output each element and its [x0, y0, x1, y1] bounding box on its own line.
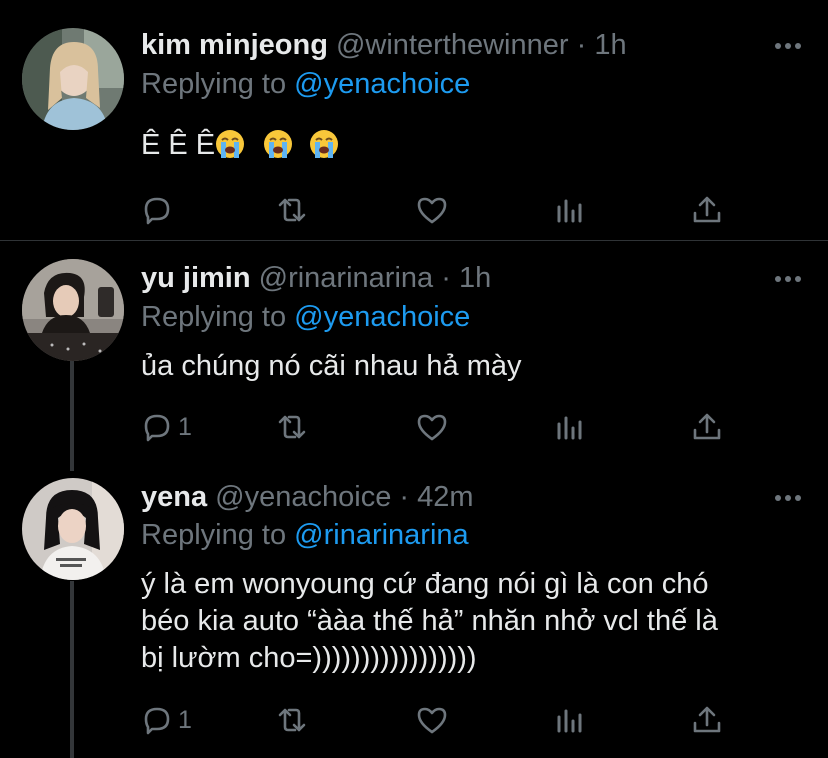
- tweet-text-line: bị lườm cho=))))))))))))))))): [141, 642, 477, 674]
- reply-button[interactable]: 1: [140, 407, 192, 447]
- separator: ·: [576, 29, 587, 61]
- replying-to-handle[interactable]: @yenachoice: [294, 301, 470, 333]
- timestamp[interactable]: 42m: [417, 481, 473, 513]
- avatar-photo: [22, 28, 124, 130]
- timestamp[interactable]: 1h: [459, 262, 491, 294]
- replying-to: Replying to @yenachoice: [141, 300, 470, 334]
- analytics-icon: [557, 199, 582, 223]
- replying-to-handle[interactable]: @rinarinarina: [294, 519, 469, 551]
- reply-count: 1: [178, 705, 192, 734]
- like-button[interactable]: [415, 700, 449, 740]
- like-button[interactable]: [415, 190, 449, 230]
- tweet-header: yena @yenachoice · 42m: [141, 480, 474, 514]
- reply-count: 1: [178, 412, 192, 441]
- avatar-yu-jimin[interactable]: [22, 259, 124, 361]
- reply-button[interactable]: 1: [140, 700, 192, 740]
- retweet-button[interactable]: [275, 700, 309, 740]
- tweet-2[interactable]: yu jimin @rinarinarina · 1h Replying to …: [0, 241, 828, 471]
- tweet-text-content: Ê Ê Ê: [141, 129, 216, 161]
- display-name[interactable]: kim minjeong: [141, 29, 328, 61]
- heart-icon: [417, 197, 447, 224]
- avatar-photo: [22, 259, 124, 361]
- share-button[interactable]: [690, 190, 724, 230]
- share-icon: [693, 413, 721, 440]
- separator: ·: [399, 481, 410, 513]
- tweet-text: ý là em wonyoung cứ đang nói gì là con c…: [141, 566, 811, 677]
- analytics-icon: [557, 709, 582, 733]
- replying-to: Replying to @rinarinarina: [141, 518, 469, 552]
- handle[interactable]: @yenachoice: [215, 481, 391, 513]
- replying-to-label: Replying to: [141, 519, 287, 551]
- analytics-button[interactable]: [553, 407, 587, 447]
- thread-line: [70, 581, 74, 758]
- avatar-photo: [22, 478, 124, 580]
- replying-to: Replying to @yenachoice: [141, 67, 470, 101]
- retweet-button[interactable]: [275, 407, 309, 447]
- reply-icon: [144, 707, 170, 735]
- thread-line: [70, 361, 74, 471]
- like-button[interactable]: [415, 407, 449, 447]
- more-options-icon[interactable]: [772, 490, 804, 506]
- analytics-button[interactable]: [553, 700, 587, 740]
- tweet-text: Ê Ê Ê: [141, 127, 811, 164]
- retweet-button[interactable]: [275, 190, 309, 230]
- separator: ·: [441, 262, 451, 294]
- reply-icon: [144, 414, 170, 442]
- tweet-actions: 1: [140, 700, 740, 740]
- analytics-button[interactable]: [553, 190, 587, 230]
- tweet-header: yu jimin @rinarinarina · 1h: [141, 261, 491, 295]
- tweet-3[interactable]: yena @yenachoice · 42m Replying to @rina…: [0, 461, 828, 758]
- retweet-icon: [278, 708, 306, 732]
- tweet-actions: [140, 190, 740, 230]
- handle[interactable]: @winterthewinner: [336, 29, 569, 61]
- replying-to-handle[interactable]: @yenachoice: [294, 68, 470, 100]
- share-button[interactable]: [690, 407, 724, 447]
- tweet-1[interactable]: kim minjeong @winterthewinner · 1h Reply…: [0, 0, 828, 241]
- reply-button[interactable]: [140, 190, 178, 230]
- share-button[interactable]: [690, 700, 724, 740]
- replying-to-label: Replying to: [141, 301, 287, 333]
- analytics-icon: [557, 416, 582, 440]
- avatar-kim-minjeong[interactable]: [22, 28, 124, 130]
- more-options-icon[interactable]: [772, 38, 804, 54]
- heart-icon: [417, 414, 447, 441]
- tweet-actions: 1: [140, 407, 740, 447]
- reply-icon: [144, 197, 170, 225]
- loudly-crying-face-emoji: [263, 129, 293, 159]
- share-icon: [693, 706, 721, 733]
- loudly-crying-face-emoji: [215, 129, 245, 159]
- loudly-crying-face-emoji: [309, 129, 339, 159]
- timestamp[interactable]: 1h: [594, 29, 626, 61]
- more-options-icon[interactable]: [772, 271, 804, 287]
- tweet-header: kim minjeong @winterthewinner · 1h: [141, 28, 627, 62]
- retweet-icon: [278, 198, 306, 222]
- replying-to-label: Replying to: [141, 68, 287, 100]
- share-icon: [693, 196, 721, 223]
- tweet-text-content: ủa chúng nó cãi nhau hả mày: [141, 350, 522, 382]
- tweet-text: ủa chúng nó cãi nhau hả mày: [141, 348, 811, 385]
- display-name[interactable]: yena: [141, 481, 207, 513]
- avatar-yena[interactable]: [22, 478, 124, 580]
- heart-icon: [417, 707, 447, 734]
- retweet-icon: [278, 415, 306, 439]
- tweet-text-line: béo kia auto “ààa thế hả” nhăn nhở vcl t…: [141, 605, 718, 637]
- tweet-text-line: ý là em wonyoung cứ đang nói gì là con c…: [141, 568, 709, 600]
- handle[interactable]: @rinarinarina: [259, 262, 434, 294]
- display-name[interactable]: yu jimin: [141, 262, 251, 294]
